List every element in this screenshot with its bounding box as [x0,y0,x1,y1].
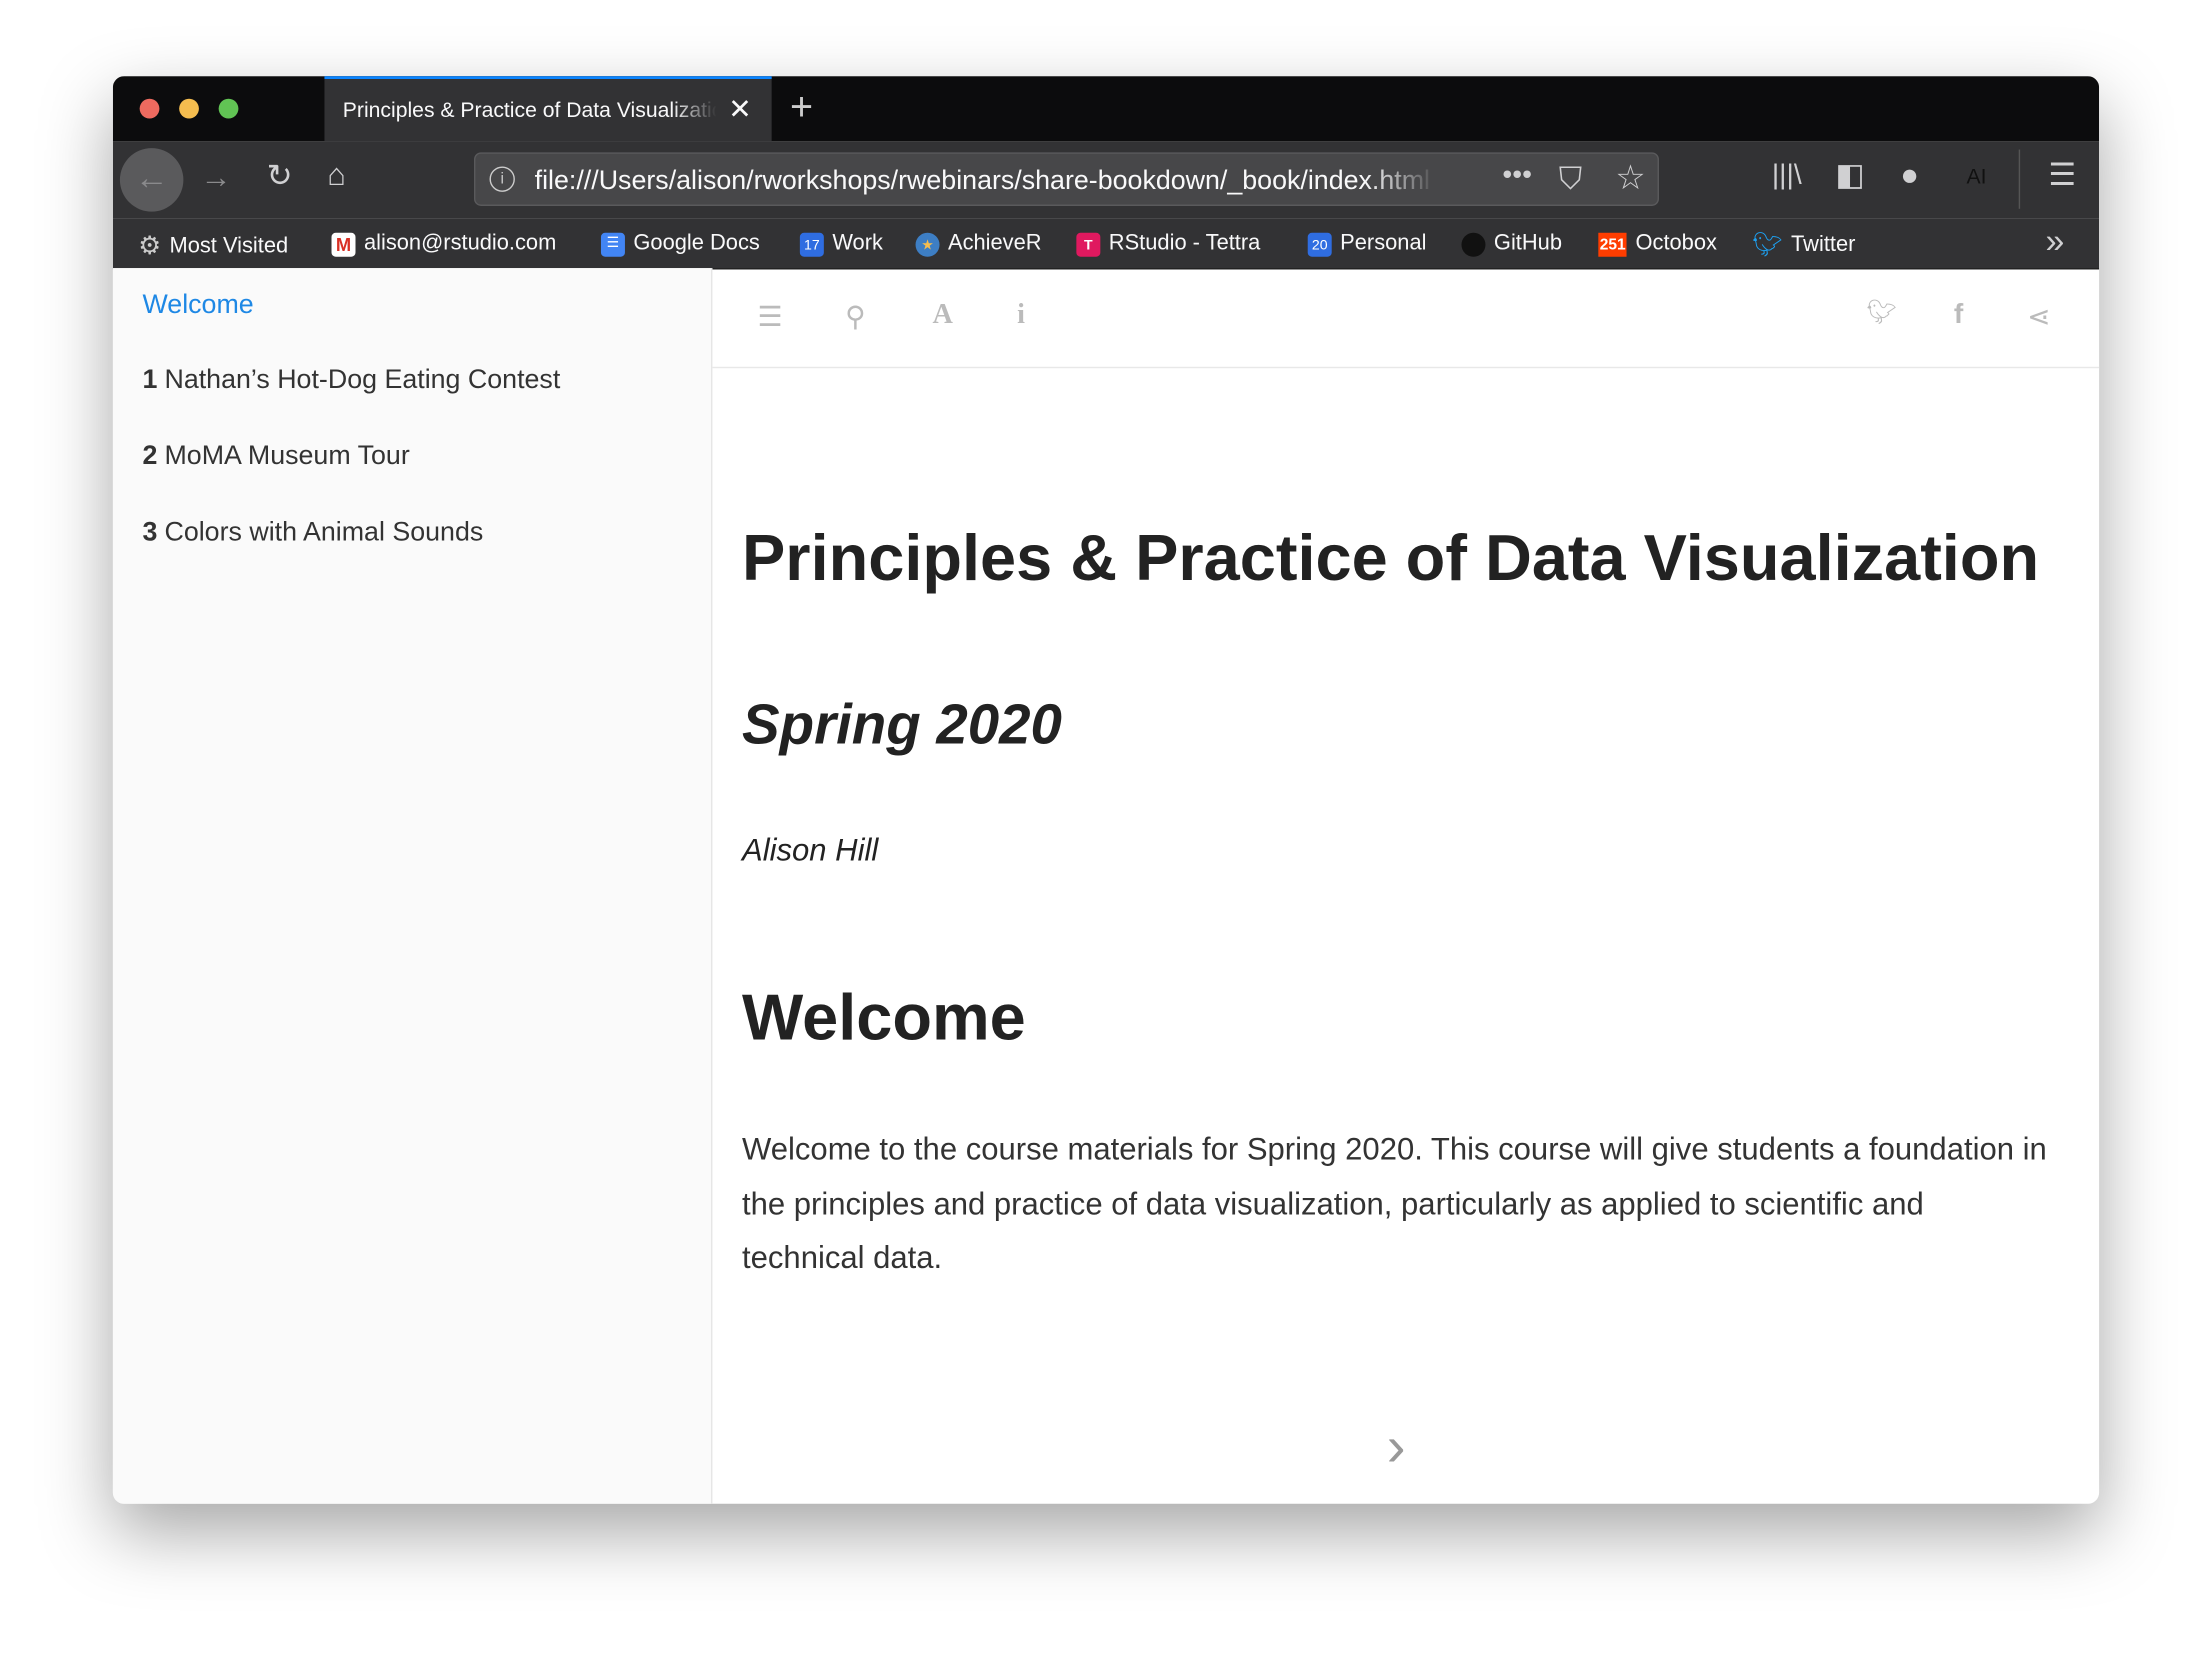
url-text[interactable]: file:///Users/alison/rworkshops/rwebinar… [535,166,1438,197]
bookmark-personal[interactable]: 20 Personal [1307,231,1426,257]
toc-toggle-icon[interactable]: ☰ [758,299,783,334]
menu-icon[interactable]: ☰ [2048,157,2076,194]
close-window-button[interactable] [139,98,160,119]
bookmark-tettra[interactable]: T RStudio - Tettra [1076,231,1260,257]
back-icon[interactable]: ← [119,148,184,212]
book-subtitle: Spring 2020 [742,694,1062,757]
bookmark-work[interactable]: 17 Work [799,231,883,257]
sidebar-item-welcome[interactable]: Welcome [142,291,253,322]
github-icon [1461,232,1486,257]
divider [2018,149,2021,209]
search-icon[interactable]: ⚲ [845,299,866,334]
info-icon[interactable]: i [1017,299,1025,331]
share-icon[interactable]: ⋖ [2027,299,2051,334]
sidebar-icon[interactable]: ◧ [1835,157,1864,194]
new-tab-icon[interactable]: + [790,85,813,130]
google-docs-icon: ☰ [600,232,625,257]
book-toolbar: ☰ ⚲ A i 🐦︎ f ⋖ [712,268,2100,369]
tettra-icon: T [1076,232,1101,257]
book-title: Principles & Practice of Data Visualizat… [742,520,2040,594]
octobox-icon: 251 [1598,232,1628,257]
sidebar-item-chapter-3[interactable]: 3 Colors with Animal Sounds [142,518,483,549]
bookmark-gmail[interactable]: Malison@rstudio.com [331,231,556,257]
minimize-window-button[interactable] [179,98,199,119]
twitter-icon: 🐦︎ [1752,231,1783,259]
bookmarks-bar: ⚙ Most Visited Malison@rstudio.com ☰ Googl… [112,218,2100,270]
sidebar-item-chapter-2[interactable]: 2 MoMA Museum Tour [142,442,409,473]
info-icon[interactable]: i [489,166,515,192]
url-bar[interactable]: i file:///Users/alison/rworkshops/rwebin… [473,152,1659,206]
sidebar-item-chapter-1[interactable]: 1 Nathan’s Hot-Dog Eating Contest [142,365,560,396]
bookmark-google-docs[interactable]: ☰ Google Docs [600,231,760,257]
book-sidebar: Welcome 1 Nathan’s Hot-Dog Eating Contest… [112,268,713,1504]
browser-window: Principles & Practice of Data Visualizat… [112,76,2100,1504]
calendar-icon: 17 [799,232,824,257]
next-page-chevron-icon[interactable]: › [1387,1416,1406,1479]
bookmark-github[interactable]: GitHub [1461,231,1562,257]
library-icon[interactable]: |||\ [1772,159,1802,191]
home-icon[interactable]: ⌂ [327,157,346,194]
achiever-icon: ★ [915,232,940,257]
pocket-icon[interactable]: ⛉ [1559,161,1582,198]
zoom-window-button[interactable] [218,98,239,119]
star-icon[interactable]: ☆ [1615,158,1645,199]
more-icon[interactable]: ••• [1502,159,1532,191]
tab-active[interactable]: Principles & Practice of Data Visualizat… [324,76,772,142]
chevron-more-icon[interactable]: » [2046,223,2065,262]
bookmark-octobox[interactable]: 251 Octobox [1598,231,1717,257]
extension-ai-icon[interactable]: AI [1967,165,1987,189]
font-settings-icon[interactable]: A [932,299,952,331]
bookmark-achiever[interactable]: ★ AchieveR [915,231,1042,257]
gear-icon: ⚙ [138,231,162,260]
account-icon[interactable]: ● [1900,157,1919,194]
reload-icon[interactable]: ↻ [267,158,293,195]
close-tab-icon[interactable]: ✕ [728,92,752,127]
twitter-icon[interactable]: 🐦︎ [1866,299,1896,327]
section-heading: Welcome [742,980,1026,1054]
book-author: Alison Hill [742,832,879,868]
gmail-icon: M [331,232,356,257]
facebook-icon[interactable]: f [1954,299,1963,331]
tab-title: Principles & Practice of Data Visualizat… [342,98,717,123]
calendar-icon: 20 [1307,232,1332,257]
book-body: ☰ ⚲ A i 🐦︎ f ⋖ Principles & Practice of … [712,268,2100,1504]
tab-bar: Principles & Practice of Data Visualizat… [112,76,2100,142]
forward-icon[interactable]: → [200,159,231,196]
bookmark-most-visited[interactable]: ⚙ Most Visited [138,231,288,261]
nav-toolbar: ← → ↻ ⌂ i file:///Users/alison/rworkshop… [112,141,2100,219]
welcome-paragraph: Welcome to the course materials for Spri… [742,1131,2047,1276]
bookmark-twitter[interactable]: 🐦︎ Twitter [1752,231,1855,259]
